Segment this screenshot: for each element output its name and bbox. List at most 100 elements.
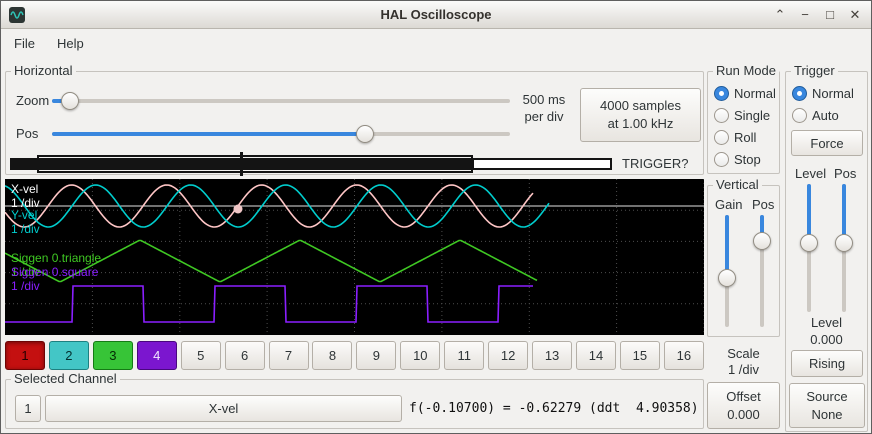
gain-slider-handle[interactable] [718,269,736,287]
horizontal-panel: Horizontal Zoom Pos 500 ms per div 4000 … [5,71,704,175]
channel-button-12[interactable]: 12 [488,341,528,370]
runmode-radio-normal[interactable]: Normal [714,85,776,102]
channel-button-7[interactable]: 7 [269,341,309,370]
rising-button[interactable]: Rising [791,350,863,377]
trigger-radio-normal[interactable]: Normal [792,85,854,102]
trigger-panel-label: Trigger [791,63,838,78]
runmode-radio-stop[interactable]: Stop [714,151,761,168]
window-controls: ⌃ − □ ✕ [772,1,863,29]
scale-value: 1 /div [707,362,780,377]
channel-button-16[interactable]: 16 [664,341,704,370]
window-title: HAL Oscilloscope [1,7,871,22]
offset-value: 0.000 [727,406,760,424]
channel-button-6[interactable]: 6 [225,341,265,370]
offset-label: Offset [726,388,760,406]
pos-slider[interactable] [52,124,510,144]
radio-label: Normal [812,86,854,101]
channel-button-11[interactable]: 11 [444,341,484,370]
runmode-radio-roll[interactable]: Roll [714,129,756,146]
radio-icon [714,108,729,123]
force-button[interactable]: Force [791,130,863,156]
scope-channel-label-2: Siggen 0.triangle [11,251,101,265]
radio-label: Normal [734,86,776,101]
vertical-pos-slider-label: Pos [752,197,774,212]
zoom-label: Zoom [16,93,49,108]
menu-help[interactable]: Help [52,33,89,54]
offset-box[interactable]: Offset 0.000 [707,382,780,429]
channel-readout: f(-0.10700) = -0.62279 (ddt 4.90358) [409,401,699,416]
radio-label: Stop [734,152,761,167]
menu-file[interactable]: File [9,33,40,54]
scope-channel-label-1: Y-vel [11,208,37,222]
zoom-slider[interactable] [52,91,510,111]
pos-slider-handle[interactable] [356,125,374,143]
channel-name-button[interactable]: X-vel [45,395,402,422]
channel-number-button[interactable]: 1 [15,395,41,422]
samples-info-button[interactable]: 4000 samples at 1.00 kHz [580,88,701,142]
radio-icon [714,86,729,101]
pos-slider-fill [52,132,365,136]
channel-button-4[interactable]: 4 [137,341,177,370]
trigger-position-marker[interactable] [240,152,243,176]
trigger-pos-slider-label: Pos [834,166,856,181]
vertical-panel-label: Vertical [713,177,762,192]
channel-button-3[interactable]: 3 [93,341,133,370]
channel-button-15[interactable]: 15 [620,341,660,370]
trigger-level-label: Level [786,315,867,330]
titlebar[interactable]: HAL Oscilloscope ⌃ − □ ✕ [1,1,871,29]
shade-button[interactable]: ⌃ [772,7,788,23]
trigger-radio-auto[interactable]: Auto [792,107,839,124]
zoom-slider-handle[interactable] [61,92,79,110]
scale-label: Scale [707,346,780,361]
menubar: File Help [1,30,871,57]
minimize-button[interactable]: − [797,7,813,23]
channel-button-2[interactable]: 2 [49,341,89,370]
channel-button-8[interactable]: 8 [312,341,352,370]
trigger-level-value: 0.000 [786,332,867,347]
scope-channel-scale-3: 1 /div [11,279,40,293]
trigger-level-slider-label: Level [795,166,826,181]
pos-label: Pos [16,126,38,141]
trigger-question-label: TRIGGER? [622,156,688,171]
channel-button-14[interactable]: 14 [576,341,616,370]
selected-channel-panel-label: Selected Channel [11,371,120,386]
run-mode-panel-label: Run Mode [713,63,779,78]
app-window: HAL Oscilloscope ⌃ − □ ✕ File Help Horiz… [0,0,872,434]
horizontal-panel-label: Horizontal [11,63,76,78]
timeline-visible-window[interactable] [37,155,473,173]
gain-slider[interactable] [717,215,737,327]
vertical-pos-slider[interactable] [752,215,772,327]
samples-line1: 4000 samples [600,97,681,115]
trigger-pos-slider-handle[interactable] [835,234,853,252]
channel-button-10[interactable]: 10 [400,341,440,370]
source-button[interactable]: Source None [789,383,865,428]
radio-label: Roll [734,130,756,145]
radio-label: Auto [812,108,839,123]
channel-button-13[interactable]: 13 [532,341,572,370]
time-per-div: 500 ms per div [512,91,576,125]
close-button[interactable]: ✕ [847,7,863,23]
trigger-pos-slider[interactable] [834,184,854,312]
scope-display[interactable]: X-vel1 /divY-vel1 /divSiggen 0.triangle1… [5,179,704,335]
radio-icon [792,86,807,101]
vertical-pos-slider-handle[interactable] [753,232,771,250]
source-label: Source [806,388,847,406]
run-mode-panel: Run Mode Normal Single Roll Stop [707,71,780,174]
radio-icon [714,130,729,145]
channel-button-1[interactable]: 1 [5,341,45,370]
capture-timeline[interactable] [10,152,612,176]
maximize-button[interactable]: □ [822,7,838,23]
radio-icon [792,108,807,123]
runmode-radio-single[interactable]: Single [714,107,770,124]
vertical-panel: Vertical Gain Pos [707,185,780,337]
trigger-level-slider[interactable] [799,184,819,312]
channel-buttons: 12345678910111213141516 [5,341,704,370]
radio-icon [714,152,729,167]
channel-button-5[interactable]: 5 [181,341,221,370]
trigger-level-slider-handle[interactable] [800,234,818,252]
scope-channel-scale-1: 1 /div [11,222,40,236]
scope-channel-label-3: Siggen 0.square [11,265,98,279]
channel-button-9[interactable]: 9 [356,341,396,370]
selected-channel-panel: Selected Channel 1 X-vel f(-0.10700) = -… [5,379,704,429]
zoom-slider-trough [52,99,510,103]
